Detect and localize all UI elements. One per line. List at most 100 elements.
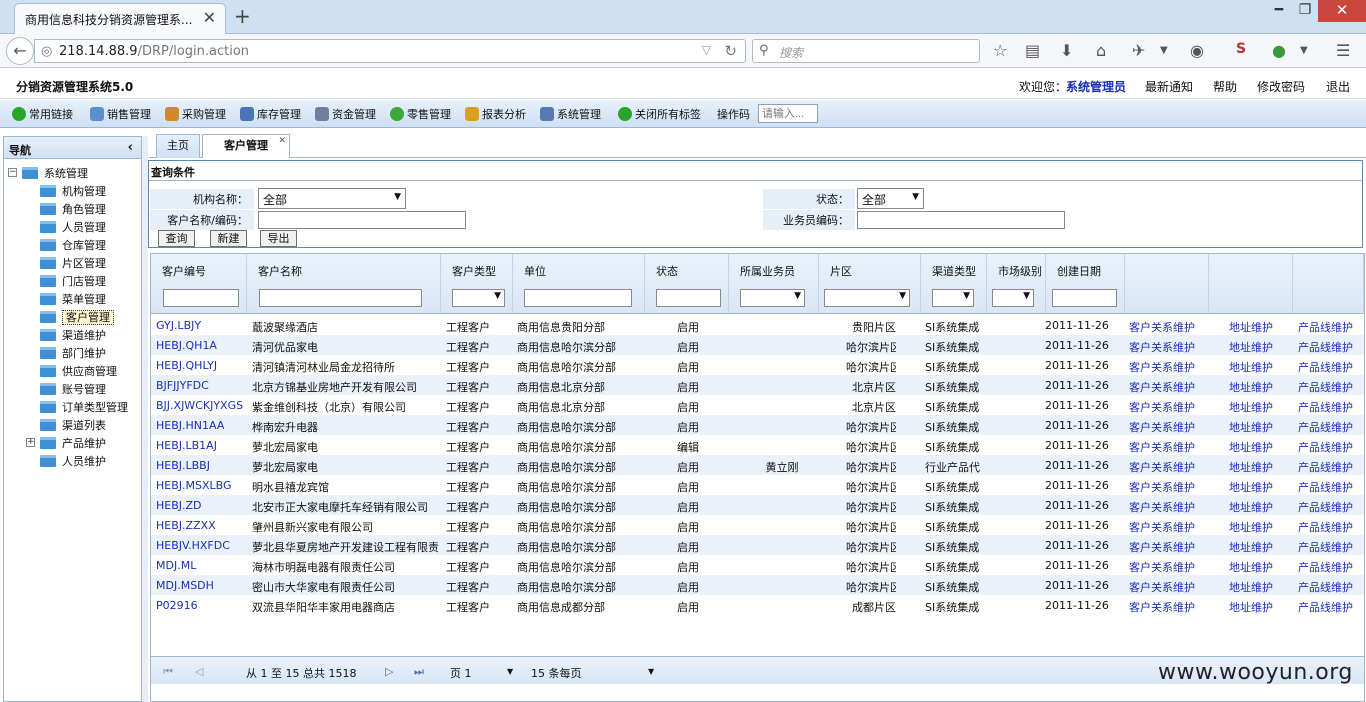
product-line-link[interactable]: 产品线维护: [1298, 319, 1353, 335]
grid-filter-select[interactable]: ▼: [452, 289, 505, 307]
product-line-link[interactable]: 产品线维护: [1298, 399, 1353, 415]
per-page-select[interactable]: 15 条每页: [531, 665, 582, 681]
address-link[interactable]: 地址维护: [1229, 479, 1273, 495]
tree-item[interactable]: 片区管理: [40, 255, 106, 272]
change-password-link[interactable]: 修改密码: [1257, 78, 1305, 95]
back-button[interactable]: ←: [6, 37, 34, 65]
address-link[interactable]: 地址维护: [1229, 359, 1273, 375]
collapse-nav-icon[interactable]: ‹: [128, 140, 133, 155]
menu-close-all-tabs[interactable]: 关闭所有标签: [618, 106, 701, 122]
status-select[interactable]: 全部 ▼: [857, 188, 924, 209]
customer-relation-link[interactable]: 客户关系维护: [1129, 599, 1195, 615]
grid-filter-select[interactable]: ▼: [740, 289, 805, 307]
menu-common-links[interactable]: 常用链接: [12, 106, 73, 122]
salesman-input[interactable]: [857, 211, 1065, 229]
table-row[interactable]: GYJ.LBJY 蕺波聚缘酒店 工程客户 商用信息贵阳分部 启用 贵阳片区 SI系统集成 20…: [151, 315, 1364, 335]
customer-relation-link[interactable]: 客户关系维护: [1129, 479, 1195, 495]
dropdown-icon[interactable]: ▽: [702, 43, 711, 57]
close-tab-icon[interactable]: ✕: [203, 8, 216, 27]
product-line-link[interactable]: 产品线维护: [1298, 599, 1353, 615]
tree-item[interactable]: 供应商管理: [40, 363, 117, 380]
table-cell[interactable]: HEBJ.QH1A: [156, 339, 248, 352]
table-row[interactable]: BJFJJYFDC 北京方锦基业房地产开发有限公司 工程客户 商用信息北京分部 启用 北京…: [151, 375, 1364, 395]
product-line-link[interactable]: 产品线维护: [1298, 459, 1353, 475]
tree-item[interactable]: 订单类型管理: [40, 399, 128, 416]
page-number[interactable]: 页 1: [450, 665, 472, 681]
grid-filter-input[interactable]: [656, 289, 721, 307]
tree-item[interactable]: 部门维护: [40, 345, 106, 362]
table-cell[interactable]: BJJ.XJWCKJYXGS: [156, 399, 248, 412]
tree-item[interactable]: 门店管理: [40, 273, 106, 290]
table-row[interactable]: HEBJ.HN1AA 桦南宏升电器 工程客户 商用信息哈尔滨分部 启用 哈尔滨片区 SI系统…: [151, 415, 1364, 435]
product-line-link[interactable]: 产品线维护: [1298, 519, 1353, 535]
export-button[interactable]: 导出: [260, 230, 297, 247]
user-name[interactable]: 系统管理员: [1066, 78, 1126, 95]
grid-column-header[interactable]: 片区: [819, 254, 921, 284]
grid-column-header[interactable]: 渠道类型: [921, 254, 987, 284]
tree-item[interactable]: 账号管理: [40, 381, 106, 398]
table-cell[interactable]: BJFJJYFDC: [156, 379, 248, 392]
table-cell[interactable]: HEBJV.HXFDC: [156, 539, 248, 552]
address-link[interactable]: 地址维护: [1229, 439, 1273, 455]
new-tab-icon[interactable]: +: [234, 4, 251, 28]
page-dropdown-icon[interactable]: ▼: [507, 667, 513, 676]
grid-filter-input[interactable]: [1052, 289, 1117, 307]
tab-home[interactable]: 主页: [156, 134, 200, 158]
grid-filter-select[interactable]: ▼: [932, 289, 974, 307]
globe-addon-icon[interactable]: ●: [1272, 41, 1286, 60]
tree-item[interactable]: 产品维护: [40, 435, 106, 452]
addon2-dropdown-icon[interactable]: ▼: [1300, 45, 1308, 56]
grid-column-header[interactable]: 客户名称: [247, 254, 441, 284]
op-code-input[interactable]: [758, 104, 818, 123]
first-page-icon[interactable]: ⏮: [163, 665, 173, 679]
tree-item[interactable]: 角色管理: [40, 201, 106, 218]
home-icon[interactable]: ⌂: [1096, 41, 1106, 60]
per-page-dropdown-icon[interactable]: ▼: [648, 667, 654, 676]
tree-item[interactable]: 人员管理: [40, 219, 106, 236]
address-link[interactable]: 地址维护: [1229, 339, 1273, 355]
notice-link[interactable]: 最新通知: [1145, 78, 1193, 95]
menu-funds[interactable]: 资金管理: [315, 106, 376, 122]
table-cell[interactable]: HEBJ.ZZXX: [156, 519, 248, 532]
table-row[interactable]: HEBJV.HXFDC 萝北县华夏房地产开发建设工程有限责 工程客户 商用信息哈尔滨分…: [151, 535, 1364, 555]
org-select[interactable]: 全部 ▼: [258, 188, 406, 209]
table-cell[interactable]: HEBJ.MSXLBG: [156, 479, 248, 492]
table-cell[interactable]: HEBJ.HN1AA: [156, 419, 248, 432]
customer-relation-link[interactable]: 客户关系维护: [1129, 499, 1195, 515]
next-page-icon[interactable]: ▷: [385, 665, 393, 678]
close-tab-icon[interactable]: ✕: [278, 130, 286, 152]
grid-column-header[interactable]: 客户编号: [151, 254, 247, 284]
menu-sales[interactable]: 销售管理: [90, 106, 151, 122]
address-link[interactable]: 地址维护: [1229, 499, 1273, 515]
table-cell[interactable]: HEBJ.LBBJ: [156, 459, 248, 472]
customer-relation-link[interactable]: 客户关系维护: [1129, 459, 1195, 475]
grid-column-header[interactable]: 单位: [513, 254, 645, 284]
table-cell[interactable]: GYJ.LBJY: [156, 319, 248, 332]
address-link[interactable]: 地址维护: [1229, 379, 1273, 395]
table-row[interactable]: HEBJ.ZZXX 肇州县新兴家电有限公司 工程客户 商用信息哈尔滨分部 启用 哈尔滨片区…: [151, 515, 1364, 535]
table-cell[interactable]: P02916: [156, 599, 248, 612]
tab-customer-management[interactable]: 客户管理 ✕: [202, 134, 290, 158]
tree-expand-icon[interactable]: +: [26, 438, 35, 447]
grid-filter-select[interactable]: ▼: [824, 289, 910, 307]
grid-column-header[interactable]: 所属业务员: [729, 254, 819, 284]
restore-window-button[interactable]: ❐: [1290, 0, 1320, 22]
customer-relation-link[interactable]: 客户关系维护: [1129, 399, 1195, 415]
product-line-link[interactable]: 产品线维护: [1298, 479, 1353, 495]
addon-icon[interactable]: ✈: [1132, 41, 1145, 60]
address-link[interactable]: 地址维护: [1229, 559, 1273, 575]
customer-relation-link[interactable]: 客户关系维护: [1129, 319, 1195, 335]
search-button[interactable]: 查询: [158, 230, 195, 247]
menu-retail[interactable]: 零售管理: [390, 106, 451, 122]
table-row[interactable]: BJJ.XJWCKJYXGS 紫金维创科技（北京）有限公司 工程客户 商用信息北京分部…: [151, 395, 1364, 415]
address-link[interactable]: 地址维护: [1229, 519, 1273, 535]
grid-column-header[interactable]: 客户类型: [441, 254, 513, 284]
product-line-link[interactable]: 产品线维护: [1298, 439, 1353, 455]
help-link[interactable]: 帮助: [1213, 78, 1237, 95]
reload-icon[interactable]: ↻: [724, 42, 737, 60]
address-link[interactable]: 地址维护: [1229, 399, 1273, 415]
address-link[interactable]: 地址维护: [1229, 579, 1273, 595]
search-bar[interactable]: ⚲ 搜索: [752, 39, 980, 63]
table-cell[interactable]: HEBJ.QHLYJ: [156, 359, 248, 372]
menu-purchase[interactable]: 采购管理: [165, 106, 226, 122]
